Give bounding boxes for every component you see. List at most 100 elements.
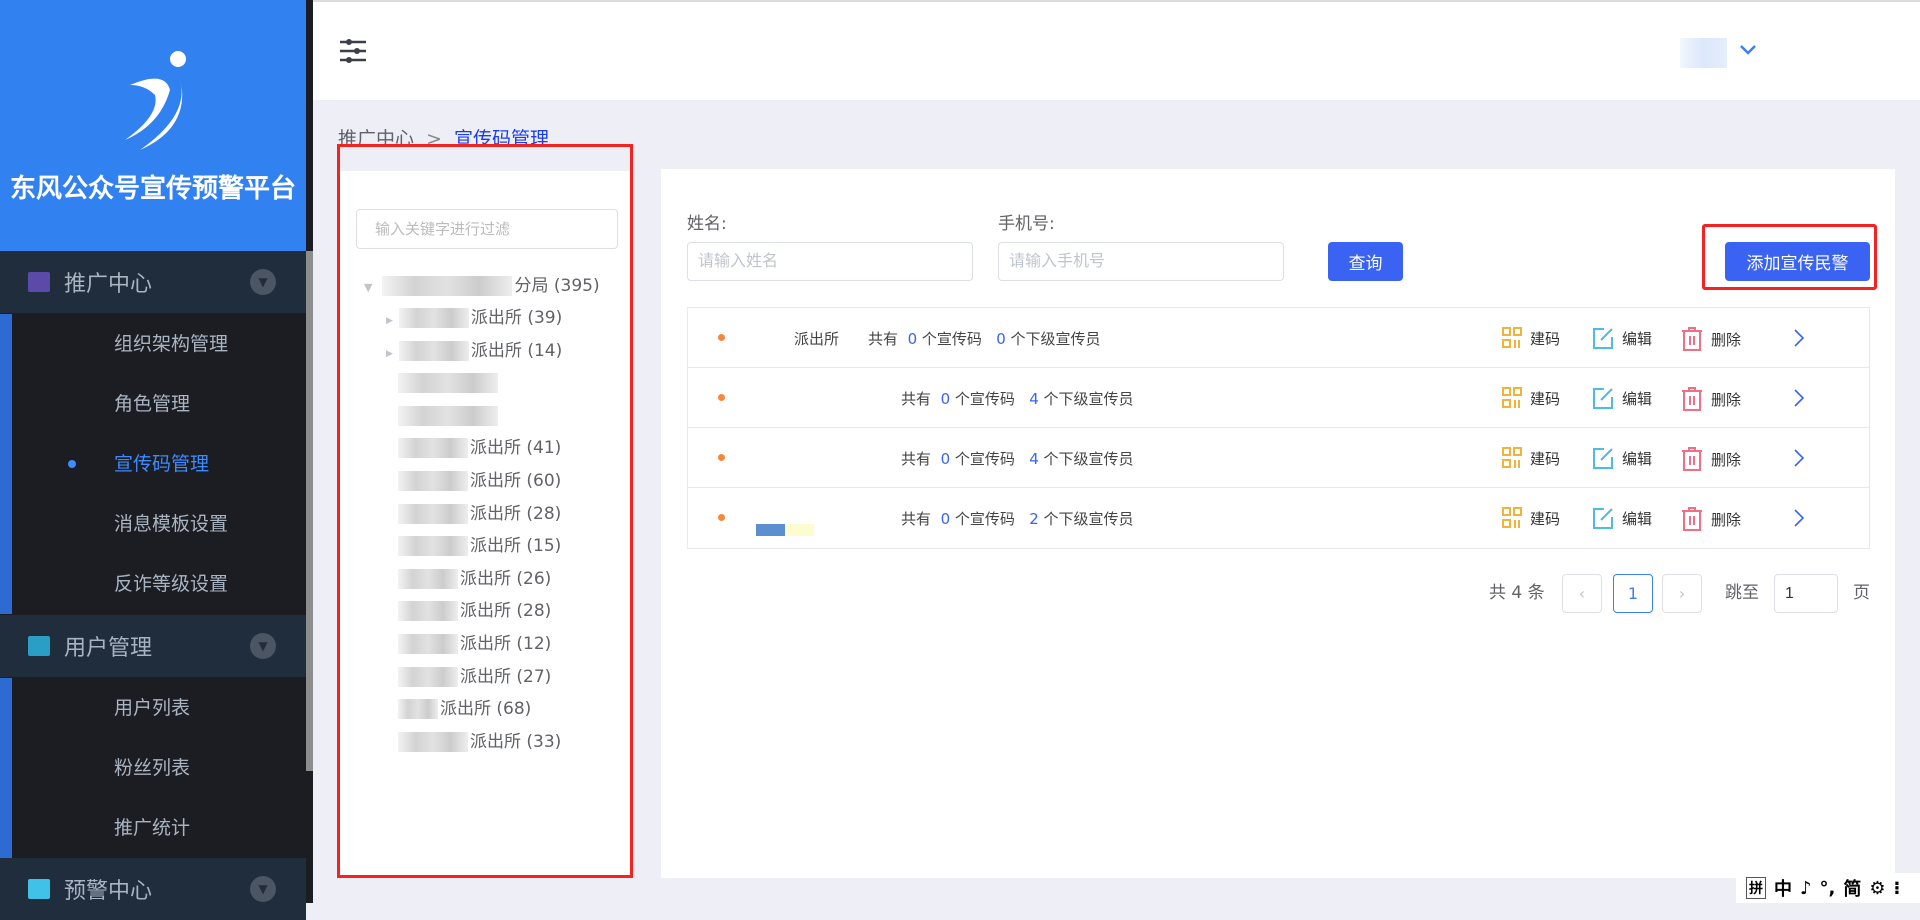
ime-toolbar: 拼中 ♪ °, 简 ⚙ ⁝ — [1736, 873, 1920, 903]
prev-page-button[interactable]: ‹ — [1562, 574, 1602, 613]
delete-button[interactable]: 删除 — [1681, 507, 1741, 531]
edit-button[interactable]: 编辑 — [1592, 387, 1652, 409]
ime-item[interactable]: °, — [1820, 878, 1836, 899]
tree-node[interactable]: 派出所 (27) — [386, 661, 551, 693]
ime-item[interactable]: ⚙ — [1869, 878, 1885, 899]
sidebar-item-label: 宣传码管理 — [114, 453, 210, 475]
edit-button[interactable]: 编辑 — [1592, 447, 1652, 469]
chevron-right-icon[interactable] — [1793, 388, 1805, 408]
phone-input[interactable] — [998, 242, 1284, 281]
tree-node[interactable]: 派出所 (26) — [386, 563, 551, 595]
tree-node[interactable] — [386, 367, 500, 399]
tree-node-label: 派出所 (68) — [440, 699, 532, 720]
redacted-name — [398, 405, 498, 426]
tree-node[interactable]: 派出所 (15) — [386, 530, 561, 562]
tree-node[interactable]: 派出所 (28) — [386, 595, 551, 627]
settings-sliders-icon[interactable] — [340, 38, 366, 64]
menu-group-users[interactable]: 用户管理 ▼ — [0, 615, 306, 677]
sidebar-item-roles[interactable]: 角色管理 — [0, 374, 306, 434]
sidebar-item-label: 角色管理 — [114, 393, 191, 415]
sub-count: 0 — [996, 330, 1006, 348]
list-row[interactable]: 共有 0 个宣传码 4 个下级宣传员 建码 编辑 删除 — [688, 428, 1869, 488]
qr-code-icon — [1502, 387, 1522, 408]
trash-icon — [1682, 447, 1702, 471]
page-1-button[interactable]: 1 — [1613, 574, 1653, 613]
create-code-button[interactable]: 建码 — [1502, 447, 1560, 469]
redacted-name — [398, 666, 458, 687]
code-count: 0 — [940, 450, 951, 468]
edit-button[interactable]: 编辑 — [1592, 507, 1652, 529]
sub-suffix: 个下级宣传员 — [1010, 330, 1101, 348]
tree-node[interactable]: 派出所 (60) — [386, 465, 561, 497]
sub-suffix: 个下级宣传员 — [1043, 450, 1134, 468]
sidebar-item-org[interactable]: 组织架构管理 — [0, 314, 306, 374]
tree-node-label: 分局 (395) — [514, 276, 600, 296]
edit-button[interactable]: 编辑 — [1592, 327, 1652, 349]
sidebar-scrollbar[interactable] — [306, 251, 313, 771]
sidebar-item-msg-template[interactable]: 消息模板设置 — [0, 494, 306, 554]
redacted-name — [398, 340, 469, 361]
summary-prefix: 共有 — [901, 450, 932, 468]
sub-suffix: 个下级宣传员 — [1043, 390, 1134, 408]
tree-node[interactable] — [386, 400, 500, 432]
add-officer-button[interactable]: 添加宣传民警 — [1725, 242, 1870, 281]
create-code-button[interactable]: 建码 — [1502, 387, 1560, 409]
logo-area: 东风公众号宣传预警平台 — [0, 0, 306, 251]
list-row[interactable]: 共有 0 个宣传码 2 个下级宣传员 建码 编辑 删除 — [688, 488, 1869, 548]
sidebar: 东风公众号宣传预警平台 推广中心 ▼ 组织架构管理 角色管理 宣传码管理 消息模… — [0, 0, 313, 920]
tree-node[interactable]: ▶ 派出所 (14) — [386, 335, 562, 367]
delete-button[interactable]: 删除 — [1681, 387, 1741, 411]
goto-page-input[interactable] — [1774, 574, 1838, 613]
menu-group-alerts[interactable]: 预警中心 ▼ — [0, 858, 306, 920]
tree-node[interactable]: 派出所 (41) — [386, 432, 561, 464]
caret-right-icon: ▶ — [386, 348, 393, 359]
row-name: 派出所 — [794, 330, 840, 348]
tree-node-label: 派出所 (28) — [460, 601, 552, 622]
create-code-button[interactable]: 建码 — [1502, 327, 1560, 349]
action-label: 编辑 — [1622, 449, 1653, 468]
summary-prefix: 共有 — [901, 510, 932, 528]
tree-root-node[interactable]: ▼ 分局 (395) — [364, 270, 600, 302]
chevron-right-icon[interactable] — [1793, 508, 1805, 528]
action-label: 删除 — [1711, 510, 1742, 529]
list-row[interactable]: 共有 0 个宣传码 4 个下级宣传员 建码 编辑 删除 — [688, 368, 1869, 428]
ime-item[interactable]: 拼 — [1746, 877, 1766, 899]
status-dot-icon — [718, 334, 725, 341]
sidebar-item-fraud-level[interactable]: 反诈等级设置 — [0, 554, 306, 614]
qr-code-icon — [1502, 447, 1522, 468]
list-row[interactable]: 派出所 共有 0 个宣传码 0 个下级宣传员 建码 编辑 删除 — [688, 308, 1869, 368]
delete-button[interactable]: 删除 — [1681, 327, 1741, 351]
tree-node[interactable]: ▶ 派出所 (39) — [386, 302, 562, 334]
create-code-button[interactable]: 建码 — [1502, 507, 1560, 529]
sidebar-item-user-list[interactable]: 用户列表 — [0, 678, 306, 738]
ime-item[interactable]: 简 — [1843, 875, 1861, 901]
name-input[interactable] — [687, 242, 973, 281]
ime-item[interactable]: ⁝ — [1893, 878, 1900, 899]
sidebar-item-stats[interactable]: 推广统计 — [0, 798, 306, 858]
tree-filter-input[interactable] — [356, 209, 618, 249]
chevron-right-icon[interactable] — [1793, 448, 1805, 468]
tree-node[interactable]: 派出所 (12) — [386, 628, 551, 660]
action-label: 编辑 — [1622, 509, 1653, 528]
next-page-button[interactable]: › — [1662, 574, 1702, 613]
sub-count: 4 — [1029, 450, 1039, 468]
ime-item[interactable]: 中 — [1774, 875, 1792, 901]
sidebar-item-label: 消息模板设置 — [114, 513, 229, 535]
sub-count: 4 — [1029, 390, 1039, 408]
tree-node[interactable]: 派出所 (33) — [386, 726, 561, 758]
sidebar-item-promo-codes[interactable]: 宣传码管理 — [0, 434, 306, 494]
menu-group-promotion[interactable]: 推广中心 ▼ — [0, 251, 306, 313]
sidebar-item-label: 粉丝列表 — [114, 757, 191, 779]
tree-node[interactable]: 派出所 (28) — [386, 498, 561, 530]
sidebar-item-label: 推广统计 — [114, 817, 191, 839]
sidebar-item-fans[interactable]: 粉丝列表 — [0, 738, 306, 798]
user-avatar-blurred[interactable] — [1680, 38, 1727, 68]
caret-right-icon: ▶ — [386, 316, 393, 326]
ime-item[interactable]: ♪ — [1800, 878, 1812, 899]
delete-button[interactable]: 删除 — [1681, 447, 1741, 471]
redacted-name — [398, 438, 468, 459]
tree-node[interactable]: 派出所 (68) — [386, 693, 531, 725]
query-button[interactable]: 查询 — [1328, 242, 1403, 281]
chevron-down-icon[interactable] — [1739, 44, 1757, 56]
chevron-right-icon[interactable] — [1793, 328, 1805, 348]
